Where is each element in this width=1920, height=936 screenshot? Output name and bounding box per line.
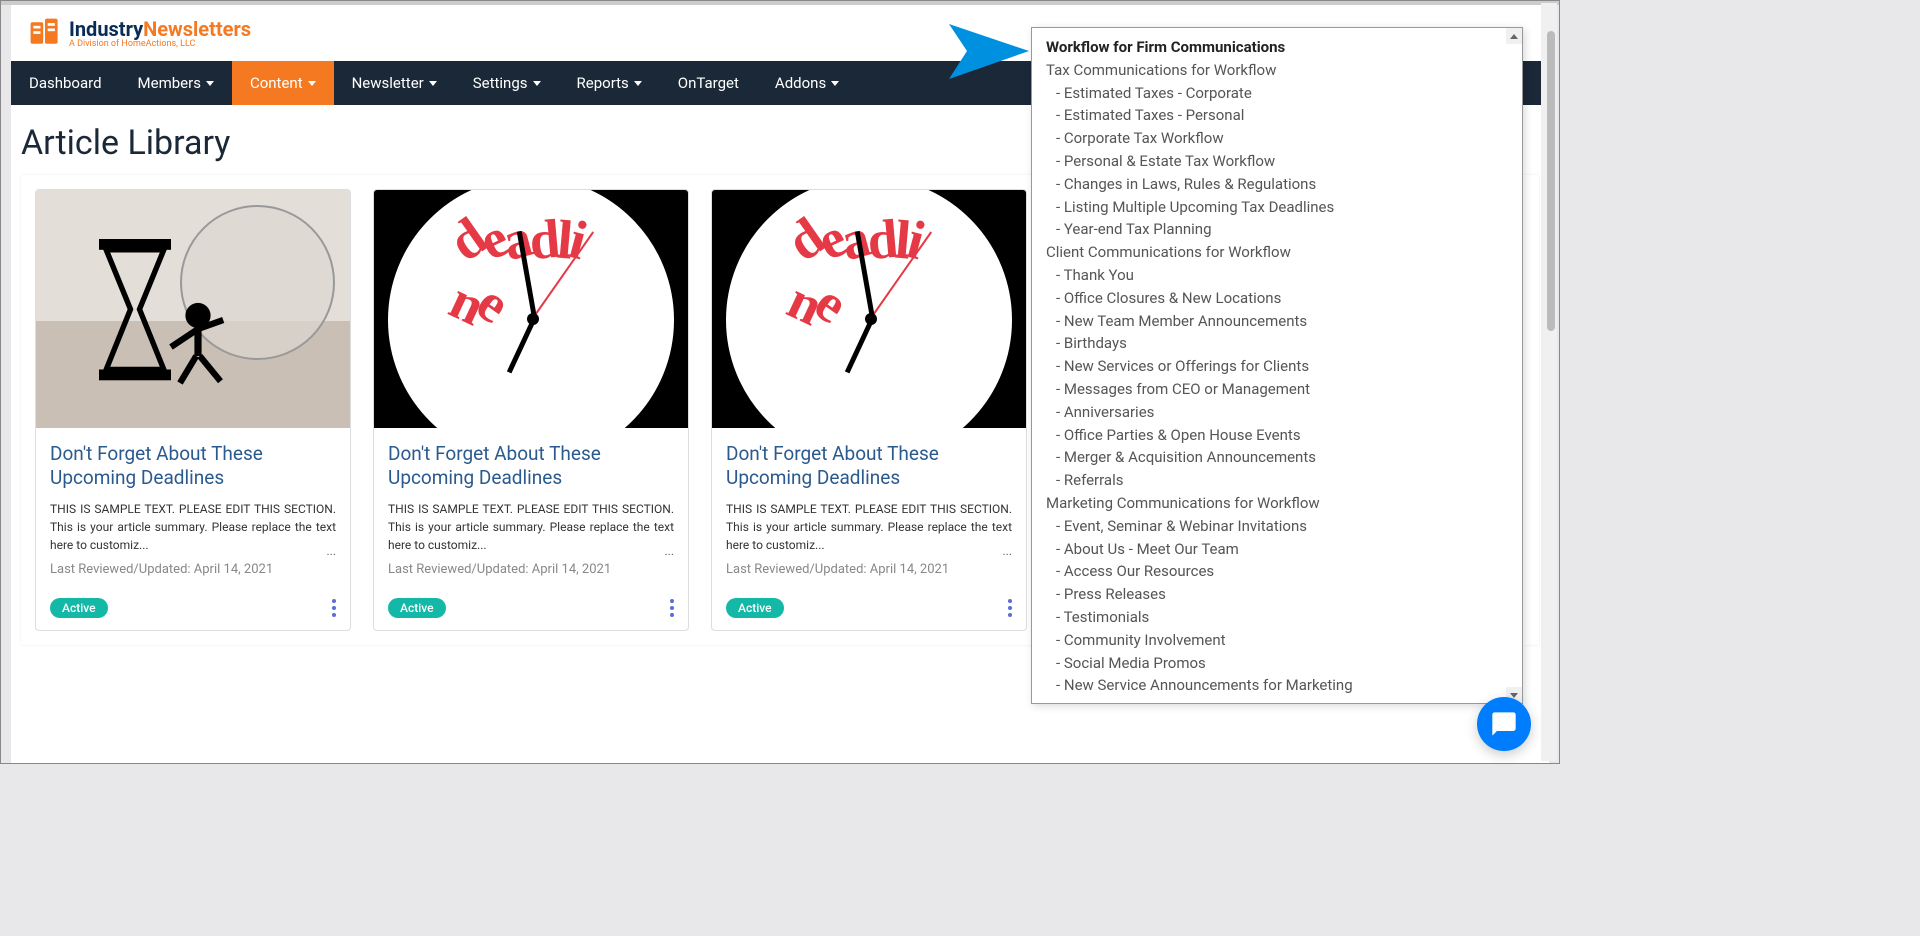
article-date: Last Reviewed/Updated: April 14, 2021 [388, 562, 674, 577]
status-badge: Active [726, 598, 784, 618]
logo-brand-1: Industry [69, 17, 143, 41]
chat-icon [1490, 710, 1518, 738]
dropdown-item[interactable]: - New Service Announcements for Marketin… [1046, 674, 1508, 697]
dropdown-item[interactable]: - Corporate Tax Workflow [1046, 127, 1508, 150]
nav-label: Addons [775, 74, 826, 92]
truncation-ellipsis: ... [1003, 544, 1013, 558]
dropdown-scroll-up[interactable] [1506, 28, 1522, 44]
nav-label: Dashboard [29, 74, 102, 92]
truncation-ellipsis: ... [665, 544, 675, 558]
nav-item-settings[interactable]: Settings [455, 61, 559, 105]
caret-down-icon [429, 81, 437, 86]
article-summary: THIS IS SAMPLE TEXT. PLEASE EDIT THIS SE… [388, 500, 674, 554]
dropdown-item[interactable]: - Referrals [1046, 469, 1508, 492]
dropdown-item[interactable]: - Changes in Laws, Rules & Regulations [1046, 173, 1508, 196]
kebab-menu-button[interactable] [332, 599, 336, 617]
status-badge: Active [50, 598, 108, 618]
article-card-body: Don't Forget About These Upcoming Deadli… [36, 428, 350, 585]
article-date: Last Reviewed/Updated: April 14, 2021 [50, 562, 336, 577]
nav-label: OnTarget [678, 74, 739, 92]
app-window: IndustryNewsletters A Division of HomeAc… [0, 0, 1560, 764]
dropdown-item[interactable]: - Estimated Taxes - Corporate [1046, 82, 1508, 105]
kebab-menu-button[interactable] [670, 599, 674, 617]
nav-item-addons[interactable]: Addons [757, 61, 857, 105]
nav-label: Reports [577, 74, 629, 92]
article-card-body: Don't Forget About These Upcoming Deadli… [712, 428, 1026, 585]
nav-label: Content [250, 74, 303, 92]
kebab-menu-button[interactable] [1008, 599, 1012, 617]
nav-label: Members [138, 74, 201, 92]
article-summary: THIS IS SAMPLE TEXT. PLEASE EDIT THIS SE… [50, 500, 336, 554]
workflow-dropdown-panel[interactable]: Workflow for Firm CommunicationsTax Comm… [1031, 27, 1523, 704]
article-summary: THIS IS SAMPLE TEXT. PLEASE EDIT THIS SE… [726, 500, 1012, 554]
caret-down-icon [831, 81, 839, 86]
dropdown-item[interactable]: - Press Releases [1046, 583, 1508, 606]
dropdown-item[interactable]: - Year-end Tax Planning [1046, 218, 1508, 241]
caret-down-icon [206, 81, 214, 86]
dropdown-item[interactable]: - Office Parties & Open House Events [1046, 424, 1508, 447]
article-title[interactable]: Don't Forget About These Upcoming Deadli… [726, 442, 1012, 490]
nav-item-members[interactable]: Members [120, 61, 232, 105]
dropdown-section-header[interactable]: Tax Communications for Workflow [1046, 59, 1508, 82]
dropdown-item[interactable]: - New Services or Offerings for Clients [1046, 355, 1508, 378]
nav-item-reports[interactable]: Reports [559, 61, 660, 105]
page-scrollbar-thumb[interactable] [1547, 31, 1555, 331]
logo-text: IndustryNewsletters A Division of HomeAc… [69, 17, 251, 49]
article-title[interactable]: Don't Forget About These Upcoming Deadli… [388, 442, 674, 490]
article-card-footer: Active [374, 585, 688, 630]
nav-item-dashboard[interactable]: Dashboard [11, 61, 120, 105]
nav-item-ontarget[interactable]: OnTarget [660, 61, 757, 105]
dropdown-item[interactable]: - About Us - Meet Our Team [1046, 538, 1508, 561]
dropdown-item[interactable]: - Merger & Acquisition Announcements [1046, 446, 1508, 469]
article-thumbnail [36, 190, 350, 428]
dropdown-item[interactable]: - New Team Member Announcements [1046, 310, 1508, 333]
dropdown-item[interactable]: - Access Our Resources [1046, 560, 1508, 583]
dropdown-item[interactable]: - Anniversaries [1046, 401, 1508, 424]
dropdown-item[interactable]: - Social Media Promos [1046, 652, 1508, 675]
article-card[interactable]: deadline Don't Forget About These Upcomi… [373, 189, 689, 631]
nav-item-content[interactable]: Content [232, 61, 334, 105]
nav-item-newsletter[interactable]: Newsletter [334, 61, 455, 105]
dropdown-item[interactable]: - Testimonials [1046, 606, 1508, 629]
dropdown-item[interactable]: - Personal & Estate Tax Workflow [1046, 150, 1508, 173]
article-card[interactable]: deadline Don't Forget About These Upcomi… [711, 189, 1027, 631]
caret-down-icon [308, 81, 316, 86]
chevron-up-icon [1510, 34, 1518, 39]
caret-down-icon [533, 81, 541, 86]
caret-down-icon [634, 81, 642, 86]
article-title[interactable]: Don't Forget About These Upcoming Deadli… [50, 442, 336, 490]
dropdown-item[interactable]: - Event, Seminar & Webinar Invitations [1046, 515, 1508, 538]
dropdown-item[interactable]: - Listing Multiple Upcoming Tax Deadline… [1046, 196, 1508, 219]
article-date: Last Reviewed/Updated: April 14, 2021 [726, 562, 1012, 577]
article-card[interactable]: Don't Forget About These Upcoming Deadli… [35, 189, 351, 631]
dropdown-section-header[interactable]: Marketing Communications for Workflow [1046, 492, 1508, 515]
dropdown-item[interactable]: - Messages from CEO or Management [1046, 378, 1508, 401]
logo-brand-2: Newsletters [143, 17, 251, 41]
article-card-footer: Active [712, 585, 1026, 630]
dropdown-item[interactable]: - Birthdays [1046, 332, 1508, 355]
dropdown-title: Workflow for Firm Communications [1046, 36, 1508, 59]
status-badge: Active [388, 598, 446, 618]
article-thumbnail: deadline [374, 190, 688, 428]
chat-widget-button[interactable] [1477, 697, 1531, 751]
nav-label: Newsletter [352, 74, 424, 92]
truncation-ellipsis: ... [327, 544, 337, 558]
article-card-body: Don't Forget About These Upcoming Deadli… [374, 428, 688, 585]
nav-label: Settings [473, 74, 528, 92]
chevron-down-icon [1510, 693, 1518, 698]
dropdown-item[interactable]: - Office Closures & New Locations [1046, 287, 1508, 310]
annotation-arrow-icon [949, 19, 1039, 84]
dropdown-section-header[interactable]: Client Communications for Workflow [1046, 241, 1508, 264]
dropdown-item[interactable]: - Estimated Taxes - Personal [1046, 104, 1508, 127]
article-card-footer: Active [36, 585, 350, 630]
dropdown-item[interactable]: - Community Involvement [1046, 629, 1508, 652]
article-thumbnail: deadline [712, 190, 1026, 428]
logo[interactable]: IndustryNewsletters A Division of HomeAc… [27, 15, 251, 51]
logo-icon [27, 15, 63, 51]
dropdown-item[interactable]: - Thank You [1046, 264, 1508, 287]
